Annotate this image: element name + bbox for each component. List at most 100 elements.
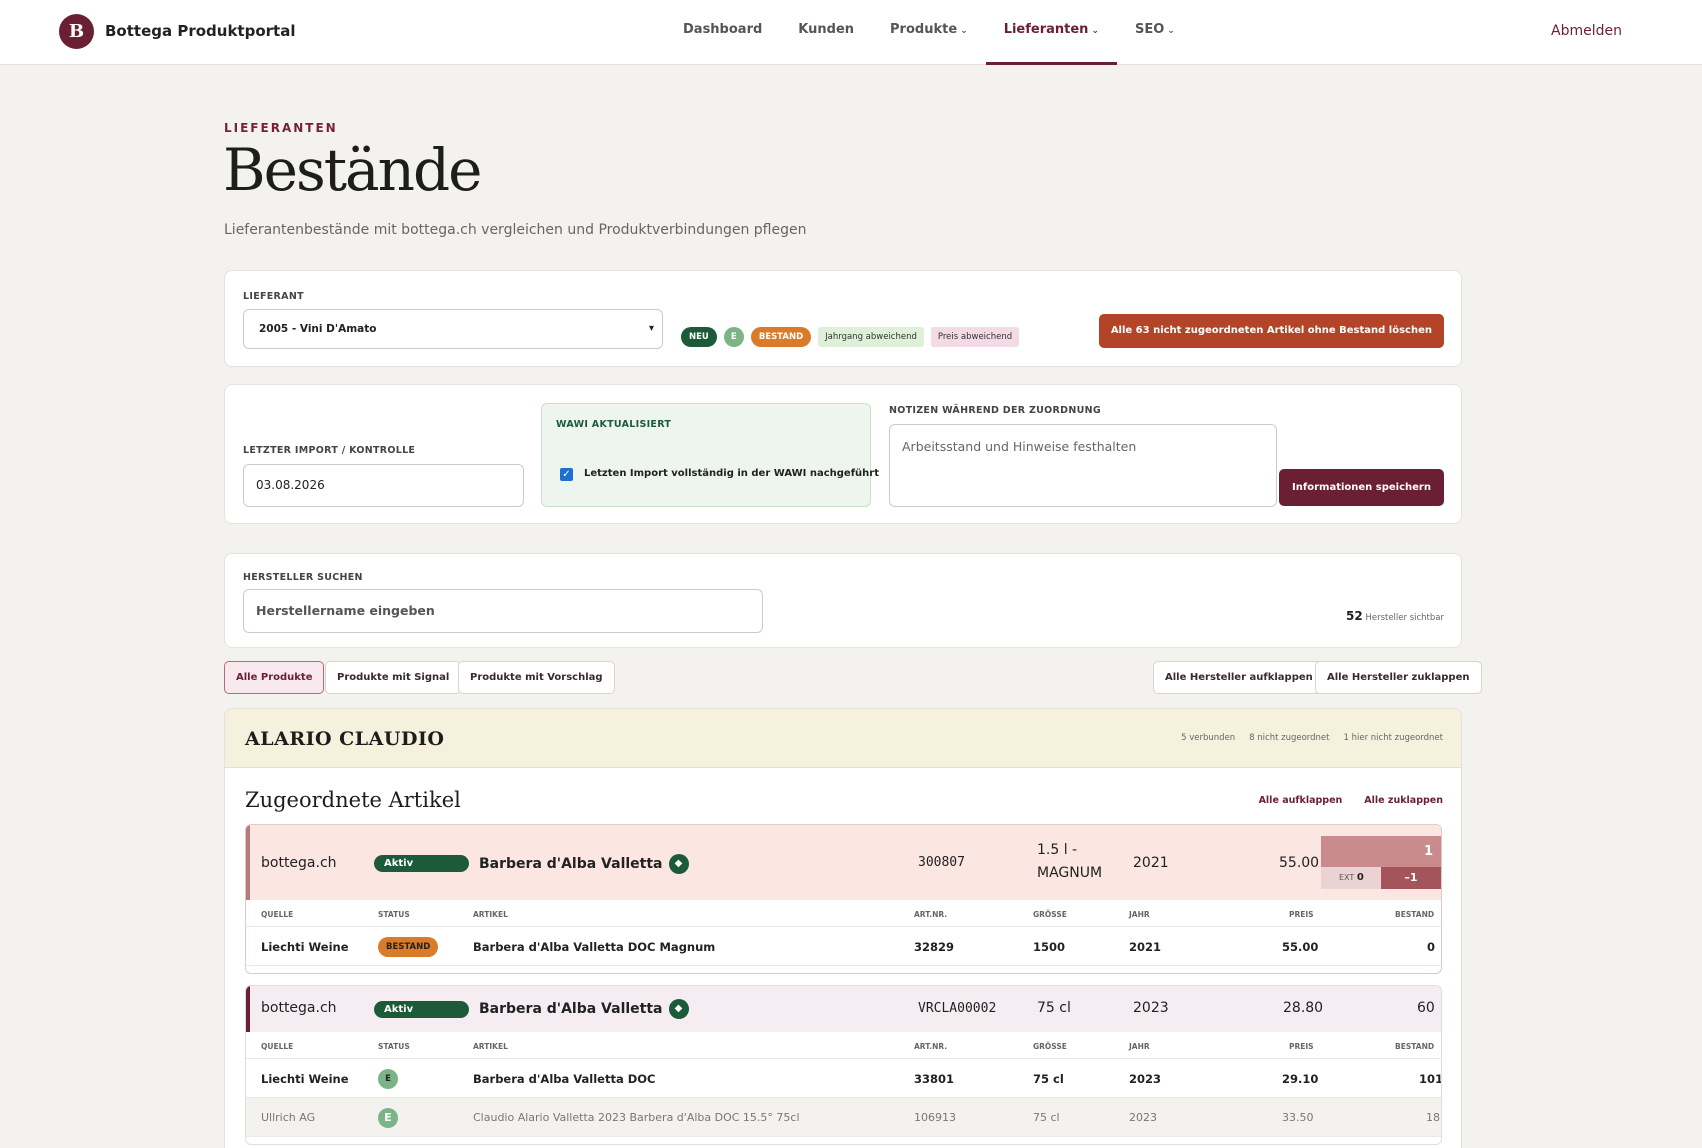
article-year: 2021 [1133,855,1169,871]
collapse-all-producers-button[interactable]: Alle Hersteller zuklappen [1315,661,1482,694]
nav-item-seo[interactable]: SEO ⌄ [1117,0,1193,65]
supplier-label: LIEFERANT [243,291,304,302]
article-main-row[interactable]: bottega.ch Aktiv Barbera d'Alba Valletta… [246,825,1441,900]
article-price: 28.80 [1283,1000,1324,1016]
page-eyebrow: LIEFERANTEN [224,121,338,135]
article-main-row[interactable]: bottega.ch Aktiv Barbera d'Alba Valletta… [246,986,1441,1032]
table-row[interactable]: Ullrich AG E Claudio Alario Valletta 202… [246,1098,1441,1137]
supplier-card: LIEFERANT 2005 - Vini D'Amato ▾ NEU E BE… [224,270,1462,367]
notes-textarea[interactable]: Arbeitsstand und Hinweise festhalten [889,424,1277,507]
row-stock: 18 [1426,1111,1440,1124]
import-label: LETZTER IMPORT / KONTROLLE [243,445,416,456]
row-artnr: 32829 [914,940,955,954]
tag-jahrgang-abweichend: Jahrgang abweichend [818,327,924,347]
nav-menu: Dashboard Kunden Produkte ⌄ Lieferanten ⌄ … [665,0,1193,65]
filter-all-products[interactable]: Alle Produkte [224,661,325,694]
article-size: 75 cl [1037,1000,1071,1016]
stat-nicht-zugeordnet: 8 nicht zugeordnet [1249,733,1330,743]
nav-item-label: Dashboard [683,22,763,37]
link-diamond-icon[interactable]: ◆ [668,854,689,874]
producer-search-label: HERSTELLER SUCHEN [243,572,363,583]
chevron-down-icon: ⌄ [960,26,968,36]
article-price: 55.00 [1279,855,1320,871]
row-price: 29.10 [1282,1072,1319,1086]
article-source: bottega.ch [261,855,337,871]
logout-link[interactable]: Abmelden [1551,23,1622,39]
status-badge: Aktiv [374,855,469,872]
wawi-label: WAWI AKTUALISIERT [556,419,672,430]
top-navigation: B Bottega Produktportal Dashboard Kunden… [0,0,1702,65]
col-groesse: GRÖSSE [1033,910,1067,919]
row-year: 2023 [1129,1072,1162,1086]
nav-item-kunden[interactable]: Kunden [780,0,872,65]
col-jahr: JAHR [1129,1042,1150,1051]
row-source: Ullrich AG [261,1111,316,1124]
stock-ext: EXT 0 [1321,867,1381,889]
supplier-select[interactable]: 2005 - Vini D'Amato ▾ [243,309,663,349]
filter-products-vorschlag[interactable]: Produkte mit Vorschlag [458,661,615,694]
stock-ext-label: EXT [1339,873,1355,882]
nav-item-produkte[interactable]: Produkte ⌄ [872,0,986,65]
col-bestand: BESTAND [1395,910,1435,919]
row-source: Liechti Weine [261,940,349,954]
wawi-panel: WAWI AKTUALISIERT ✓ Letzten Import volls… [541,403,879,507]
article-block: bottega.ch Aktiv Barbera d'Alba Valletta… [245,824,1442,974]
badge-bestand: BESTAND [750,327,812,347]
nav-item-lieferanten[interactable]: Lieferanten ⌄ [985,0,1118,65]
row-size: 75 cl [1033,1111,1060,1124]
expand-all-link[interactable]: Alle aufklappen [1259,795,1343,806]
status-badge: Aktiv [374,1001,469,1018]
stock-box: 1 EXT 0 –1 [1321,836,1441,889]
chevron-down-icon: ⌄ [1167,26,1175,36]
nav-item-dashboard[interactable]: Dashboard [665,0,780,65]
collapse-all-link[interactable]: Alle zuklappen [1364,795,1443,806]
nav-item-label: Produkte [890,22,958,37]
logo-icon[interactable]: B [59,14,94,49]
table-row[interactable]: Liechti Weine BESTAND Barbera d'Alba Val… [246,927,1441,966]
producer-header[interactable]: ALARIO CLAUDIO 5 verbunden 8 nicht zugeo… [225,709,1461,768]
link-diamond-icon[interactable]: ◆ [668,999,689,1019]
notes-label: NOTIZEN WÄHREND DER ZUORDNUNG [889,405,1101,416]
row-article: Barbera d'Alba Valletta DOC Magnum [473,940,716,954]
row-stock: 0 [1427,940,1436,954]
article-name-wrap: Barbera d'Alba Valletta ◆ [479,999,689,1019]
nav-item-label: SEO [1135,22,1165,37]
wawi-checkbox[interactable]: ✓ [560,468,573,481]
filter-products-signal[interactable]: Produkte mit Signal [325,661,462,694]
import-date-field[interactable]: 03.08.2026 [243,464,524,507]
col-status: STATUS [378,1042,410,1051]
col-preis: PREIS [1289,910,1314,919]
delete-unassigned-button[interactable]: Alle 63 nicht zugeordneten Artikel ohne … [1098,314,1444,348]
col-jahr: JAHR [1129,910,1150,919]
producer-section: ALARIO CLAUDIO 5 verbunden 8 nicht zugeo… [224,708,1462,1148]
import-card: LETZTER IMPORT / KONTROLLE 03.08.2026 WA… [224,384,1462,524]
supplier-table-header: QUELLE STATUS ARTIKEL ART.NR. GRÖSSE JAH… [246,1032,1441,1059]
expand-all-producers-button[interactable]: Alle Hersteller aufklappen [1153,661,1325,694]
page-subtitle: Lieferantenbestände mit bottega.ch vergl… [224,222,807,238]
expand-collapse-links: Alle aufklappen Alle zuklappen [1259,795,1443,806]
article-name: Barbera d'Alba Valletta [479,856,663,872]
tag-preis-abweichend: Preis abweichend [930,327,1020,347]
supplier-table-header: QUELLE STATUS ARTIKEL ART.NR. GRÖSSE JAH… [246,900,1441,927]
article-name-wrap: Barbera d'Alba Valletta ◆ [479,854,689,874]
row-year: 2021 [1129,940,1162,954]
stat-hier-nicht-zugeordnet: 1 hier nicht zugeordnet [1343,733,1444,743]
row-size: 75 cl [1033,1072,1064,1086]
chevron-down-icon: ▾ [648,323,654,334]
row-artnr: 33801 [914,1072,955,1086]
save-info-button[interactable]: Informationen speichern [1279,469,1444,506]
badge-e: E [723,327,744,347]
nav-item-label: Lieferanten [1003,22,1089,37]
badge-neu: NEU [681,327,717,347]
row-stock: 101 [1419,1072,1442,1086]
wawi-checkbox-label[interactable]: Letzten Import vollständig in der WAWI n… [584,468,879,479]
producer-count-value: 52 [1346,609,1363,623]
row-size: 1500 [1033,940,1066,954]
col-bestand: BESTAND [1395,1042,1435,1051]
stock-diff: –1 [1381,867,1441,889]
table-row[interactable]: Liechti Weine E Barbera d'Alba Valletta … [246,1059,1441,1098]
chevron-down-icon: ⌄ [1091,26,1099,36]
col-artikel: ARTIKEL [473,1042,508,1051]
producer-search-input[interactable]: Herstellername eingeben [243,589,763,633]
brand-name[interactable]: Bottega Produktportal [105,22,295,40]
